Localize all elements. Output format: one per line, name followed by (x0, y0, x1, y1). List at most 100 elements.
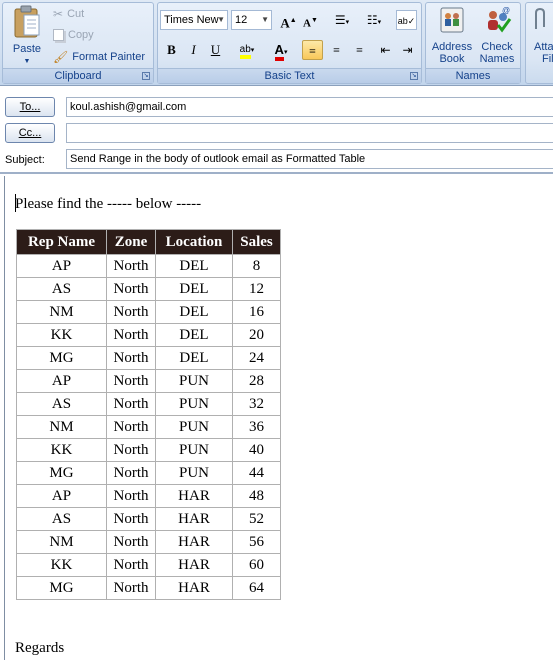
font-size-combo[interactable]: 12 ▼ (231, 10, 272, 30)
clipboard-dialog-launcher-icon[interactable]: ↘ (142, 72, 150, 80)
format-painter-label: Format Painter (72, 51, 145, 63)
header-divider (0, 172, 553, 174)
attach-file-label-2: Fil (542, 53, 553, 65)
font-name-combo[interactable]: Times New ▼ (160, 10, 228, 30)
shrink-font-icon[interactable]: A▼ (300, 10, 321, 30)
cc-field[interactable] (66, 123, 553, 143)
font-name-value: Times New (164, 14, 219, 26)
cell-location: HAR (155, 507, 233, 531)
cell-sales: 20 (232, 323, 281, 347)
table-row: NM North HAR 56 (16, 530, 281, 554)
cell-rep-name: NM (16, 415, 107, 439)
cell-rep-name: AS (16, 277, 107, 301)
numbering-icon[interactable]: ☷▾ (360, 10, 388, 30)
table-row: MG North PUN 44 (16, 461, 281, 485)
address-area: To... koul.ashish@gmail.com Cc... Subjec… (0, 88, 553, 172)
to-button[interactable]: To... (5, 97, 55, 117)
cell-zone: North (106, 461, 156, 485)
cell-location: PUN (155, 461, 233, 485)
paste-button[interactable]: Paste ▼ (5, 5, 49, 67)
subject-field-value: Send Range in the body of outlook email … (70, 153, 366, 165)
to-field[interactable]: koul.ashish@gmail.com (66, 97, 553, 117)
cc-button[interactable]: Cc... (5, 123, 55, 143)
table-row: AP North DEL 8 (16, 254, 281, 278)
highlight-icon[interactable]: ab▾ (231, 40, 263, 60)
cell-zone: North (106, 553, 156, 577)
closing-text: Regards (15, 640, 65, 656)
subject-field[interactable]: Send Range in the body of outlook email … (66, 149, 553, 169)
cell-location: HAR (155, 576, 233, 600)
cut-button[interactable]: ✂ Cut (53, 4, 84, 24)
cut-label: Cut (67, 8, 85, 20)
table-row: NM North DEL 16 (16, 300, 281, 324)
table-body: AP North DEL 8 AS North DEL 12 NM North DEL 16 KK Nor… (16, 254, 281, 600)
cell-rep-name: MG (16, 346, 107, 370)
cell-location: PUN (155, 392, 233, 416)
names-group-label: Names (426, 68, 520, 83)
paste-label: Paste (12, 43, 42, 55)
cell-rep-name: NM (16, 300, 107, 324)
table-row: KK North DEL 20 (16, 323, 281, 347)
align-center-icon[interactable]: ≡ (326, 40, 347, 60)
format-painter-button[interactable]: 🖌 Format Painter (53, 47, 145, 67)
bullets-icon[interactable]: ☰▾ (328, 10, 356, 30)
attach-file-button[interactable]: Atta Fil (528, 5, 553, 67)
cell-sales: 56 (232, 530, 281, 554)
cell-location: DEL (155, 323, 233, 347)
cell-rep-name: KK (16, 438, 107, 462)
cell-zone: North (106, 254, 156, 278)
table-row: KK North HAR 60 (16, 553, 281, 577)
to-button-label: To... (19, 101, 41, 113)
cell-zone: North (106, 438, 156, 462)
cell-zone: North (106, 415, 156, 439)
svg-text:@: @ (502, 6, 510, 15)
cell-sales: 12 (232, 277, 281, 301)
message-body-editor[interactable]: Please find the ----- below ----- Rep Na… (4, 176, 553, 660)
table-row: AS North DEL 12 (16, 277, 281, 301)
align-left-icon[interactable]: ≡ (302, 40, 323, 60)
cell-location: HAR (155, 484, 233, 508)
attach-file-label-1: Atta (534, 41, 553, 53)
chevron-down-icon: ▼ (23, 58, 31, 65)
check-names-label-2: Names (479, 53, 515, 65)
table-row: KK North PUN 40 (16, 438, 281, 462)
cell-sales: 60 (232, 553, 281, 577)
cell-rep-name: NM (16, 530, 107, 554)
scissors-icon: ✂ (53, 7, 64, 21)
check-names-button[interactable]: @ Check Names (475, 5, 519, 67)
cell-rep-name: MG (16, 461, 107, 485)
grow-font-icon[interactable]: A▲ (278, 10, 299, 30)
increase-indent-icon[interactable]: ⇥ (397, 40, 418, 60)
clipboard-paste-icon (14, 5, 40, 38)
to-field-value: koul.ashish@gmail.com (70, 101, 187, 113)
font-color-icon[interactable]: A▾ (266, 40, 296, 61)
decrease-indent-icon[interactable]: ⇤ (375, 40, 396, 60)
cell-rep-name: AS (16, 392, 107, 416)
cell-sales: 48 (232, 484, 281, 508)
styles-icon[interactable]: ab✓ (396, 10, 417, 30)
cell-rep-name: AP (16, 369, 107, 393)
cell-sales: 24 (232, 346, 281, 370)
underline-button[interactable]: U (205, 40, 226, 60)
header-location: Location (155, 229, 233, 255)
address-book-button[interactable]: Address Book (429, 5, 475, 67)
cell-zone: North (106, 576, 156, 600)
cell-rep-name: AP (16, 254, 107, 278)
copy-button[interactable]: Copy (53, 25, 94, 45)
cell-location: PUN (155, 415, 233, 439)
cell-location: HAR (155, 530, 233, 554)
table-row: MG North DEL 24 (16, 346, 281, 370)
basic-text-dialog-launcher-icon[interactable]: ↘ (410, 72, 418, 80)
cell-zone: North (106, 530, 156, 554)
cell-rep-name: AS (16, 507, 107, 531)
cell-zone: North (106, 507, 156, 531)
align-right-icon[interactable]: ≡ (349, 40, 370, 60)
cell-zone: North (106, 277, 156, 301)
bold-button[interactable]: B (161, 40, 182, 60)
names-group: Address Book @ Check Names Names (425, 2, 521, 84)
cell-location: DEL (155, 300, 233, 324)
address-book-icon (440, 7, 464, 33)
italic-button[interactable]: I (183, 40, 204, 60)
cell-sales: 36 (232, 415, 281, 439)
intro-text: Please find the ----- below ----- (15, 196, 202, 212)
